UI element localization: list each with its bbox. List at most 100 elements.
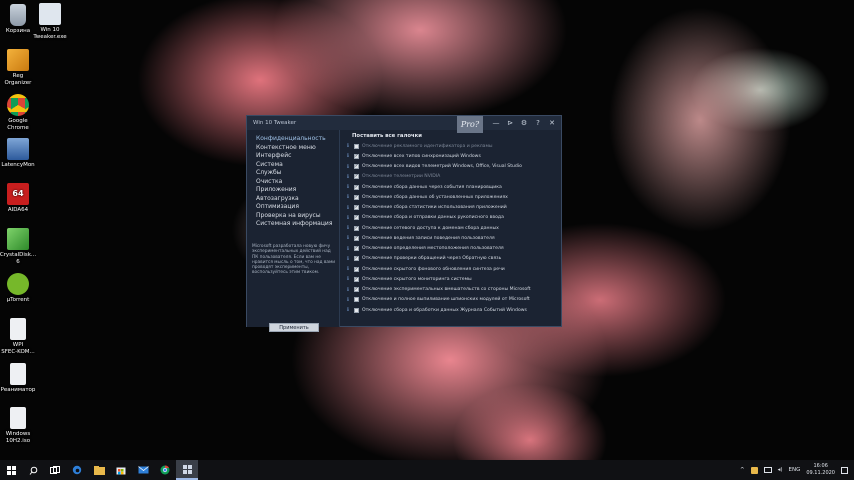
option-row[interactable]: ℹ ✓ Отключение экспериментальных вмешатель… bbox=[347, 285, 559, 295]
tray-app-icon[interactable] bbox=[750, 466, 758, 474]
help-button[interactable]: ? bbox=[531, 116, 545, 130]
option-row[interactable]: ℹ Отключение сбора и обработки данных Жур… bbox=[347, 305, 559, 315]
desktop-icon-latencymon[interactable]: LatencyMon bbox=[0, 138, 41, 169]
info-icon[interactable]: ℹ bbox=[347, 235, 351, 241]
info-icon[interactable]: ℹ bbox=[347, 164, 351, 170]
store-icon[interactable] bbox=[110, 460, 132, 480]
latencymon-icon bbox=[7, 138, 29, 160]
info-icon[interactable]: ℹ bbox=[347, 266, 351, 272]
desktop-icon-reanimator[interactable]: Реаниматор bbox=[0, 363, 41, 394]
option-checkbox[interactable]: ✓ bbox=[354, 174, 359, 180]
minimize-button[interactable]: — bbox=[489, 116, 503, 130]
chevron-up-icon[interactable]: ^ bbox=[740, 467, 745, 473]
chrome-taskbar-icon[interactable] bbox=[154, 460, 176, 480]
info-icon[interactable]: ℹ bbox=[347, 225, 351, 231]
win10-tweaker-taskbar-icon[interactable] bbox=[176, 460, 198, 480]
info-icon[interactable]: ℹ bbox=[347, 246, 351, 252]
info-icon[interactable]: ℹ bbox=[347, 143, 351, 149]
sidebar-item-services[interactable]: Службы bbox=[256, 169, 339, 178]
notifications-icon[interactable] bbox=[841, 466, 848, 474]
desktop-icon-chrome[interactable]: Google Chrome bbox=[0, 94, 41, 131]
option-row[interactable]: ℹ ✓ Отключение сбора и отправки данных рук… bbox=[347, 213, 559, 223]
info-icon[interactable]: ℹ bbox=[347, 215, 351, 221]
edge-icon[interactable] bbox=[66, 460, 88, 480]
desktop-icon-iso[interactable]: Windows 10H2.iso bbox=[0, 407, 41, 444]
info-icon[interactable]: ℹ bbox=[347, 205, 351, 211]
info-icon[interactable]: ℹ bbox=[347, 174, 351, 180]
option-checkbox[interactable]: ✓ bbox=[354, 153, 359, 159]
select-all-link[interactable]: Поставить все галочки bbox=[352, 132, 559, 141]
option-row[interactable]: ℹ ✓ Отключение всех видов телеметрий Windo… bbox=[347, 162, 559, 172]
close-button[interactable]: ✕ bbox=[545, 116, 559, 130]
option-checkbox[interactable]: ✓ bbox=[354, 256, 359, 262]
option-row[interactable]: ℹ Отключение рекламного идентификатора и … bbox=[347, 141, 559, 151]
sidebar-item-context-menu[interactable]: Контекстное меню bbox=[256, 144, 339, 153]
sidebar-item-apps[interactable]: Приложения bbox=[256, 186, 339, 195]
info-icon[interactable]: ℹ bbox=[347, 276, 351, 282]
option-row[interactable]: ℹ ✓ Отключение сбора данных через события … bbox=[347, 182, 559, 192]
option-row[interactable]: ℹ ✓ Отключение скрытого фонового обновлени… bbox=[347, 264, 559, 274]
option-row[interactable]: ℹ ✓ Отключение скрытого мониторинга систем… bbox=[347, 274, 559, 284]
option-checkbox[interactable]: ✓ bbox=[354, 246, 359, 252]
clock[interactable]: 16:06 09.11.2020 bbox=[806, 463, 835, 477]
language-indicator[interactable]: ENG bbox=[789, 467, 801, 473]
sidebar-item-privacy[interactable]: Конфиденциальность bbox=[256, 135, 339, 144]
option-label: Отключение сбора статистики использовани… bbox=[362, 205, 507, 211]
sidebar-item-autostart[interactable]: Автозагрузка bbox=[256, 195, 339, 204]
info-icon[interactable]: ℹ bbox=[347, 153, 351, 159]
option-row[interactable]: ℹ Отключение и полное выпиливание шпионск… bbox=[347, 295, 559, 305]
desktop-icon-wpi[interactable]: WPI SFEC-KOM... bbox=[0, 318, 41, 355]
mail-icon[interactable] bbox=[132, 460, 154, 480]
sidebar-item-interface[interactable]: Интерфейс bbox=[256, 152, 339, 161]
desktop-icon-aida64[interactable]: 64 AIDA64 bbox=[0, 183, 41, 214]
option-checkbox[interactable]: ✓ bbox=[354, 194, 359, 200]
info-icon[interactable]: ℹ bbox=[347, 256, 351, 262]
desktop-icon-reg-organizer[interactable]: Reg Organizer bbox=[0, 49, 41, 86]
window-titlebar[interactable]: Win 10 Tweaker Pro? — ⊳ ⚙ ? ✕ bbox=[247, 116, 561, 133]
option-checkbox[interactable] bbox=[354, 143, 359, 149]
file-explorer-icon[interactable] bbox=[88, 460, 110, 480]
info-icon[interactable]: ℹ bbox=[347, 184, 351, 190]
option-row[interactable]: ℹ ✓ Отключение ведения записи поведения по… bbox=[347, 233, 559, 243]
option-checkbox[interactable]: ✓ bbox=[354, 184, 359, 190]
sidebar-item-cleanup[interactable]: Очистка bbox=[256, 178, 339, 187]
network-icon[interactable] bbox=[763, 467, 772, 473]
option-row[interactable]: ℹ ✓ Отключение всех типов синхронизаций Wi… bbox=[347, 151, 559, 161]
sidebar-item-virus-scan[interactable]: Проверка на вирусы bbox=[256, 212, 339, 221]
apply-button[interactable]: Применить bbox=[269, 323, 319, 332]
option-row[interactable]: ℹ ✓ Отключение сетевого доступа к доменам … bbox=[347, 223, 559, 233]
speaker-icon[interactable]: ◂) bbox=[778, 467, 783, 473]
info-icon[interactable]: ℹ bbox=[347, 194, 351, 200]
sidebar-item-optimization[interactable]: Оптимизация bbox=[256, 203, 339, 212]
option-row[interactable]: ℹ ✓ Отключение телеметрии NVIDIA bbox=[347, 172, 559, 182]
option-row[interactable]: ℹ ✓ Отключение проверки обращений через Об… bbox=[347, 254, 559, 264]
sidebar-item-system-info[interactable]: Системная информация bbox=[256, 220, 339, 229]
option-label: Отключение сбора и отправки данных рукоп… bbox=[362, 215, 504, 221]
option-row[interactable]: ℹ ✓ Отключение определения местоположения … bbox=[347, 244, 559, 254]
arrow-icon[interactable]: ⊳ bbox=[503, 116, 517, 130]
info-icon[interactable]: ℹ bbox=[347, 307, 351, 313]
option-checkbox[interactable]: ✓ bbox=[354, 235, 359, 241]
windows-start-icon[interactable] bbox=[0, 460, 22, 480]
option-checkbox[interactable]: ✓ bbox=[354, 225, 359, 231]
option-checkbox[interactable] bbox=[354, 307, 359, 313]
task-view-icon[interactable] bbox=[44, 460, 66, 480]
option-checkbox[interactable]: ✓ bbox=[354, 276, 359, 282]
pro-badge[interactable]: Pro? bbox=[457, 116, 483, 133]
option-checkbox[interactable]: ✓ bbox=[354, 164, 359, 170]
desktop-icon-crystaldisk[interactable]: CrystalDisk... 6 bbox=[0, 228, 41, 265]
option-checkbox[interactable]: ✓ bbox=[354, 215, 359, 221]
sidebar-item-system[interactable]: Система bbox=[256, 161, 339, 170]
desktop-icon-win10-tweaker[interactable]: Win 10 Tweaker.exe bbox=[27, 3, 73, 40]
search-icon[interactable] bbox=[22, 460, 44, 480]
option-checkbox[interactable]: ✓ bbox=[354, 287, 359, 293]
desktop-icon-utorrent[interactable]: µTorrent bbox=[0, 273, 41, 304]
option-row[interactable]: ℹ ✓ Отключение сбора данных об установленн… bbox=[347, 192, 559, 202]
info-icon[interactable]: ℹ bbox=[347, 297, 351, 303]
info-icon[interactable]: ℹ bbox=[347, 287, 351, 293]
option-checkbox[interactable]: ✓ bbox=[354, 266, 359, 272]
gear-icon[interactable]: ⚙ bbox=[517, 116, 531, 130]
option-checkbox[interactable] bbox=[354, 297, 359, 303]
option-row[interactable]: ℹ ✓ Отключение сбора статистики использова… bbox=[347, 203, 559, 213]
option-checkbox[interactable]: ✓ bbox=[354, 205, 359, 211]
